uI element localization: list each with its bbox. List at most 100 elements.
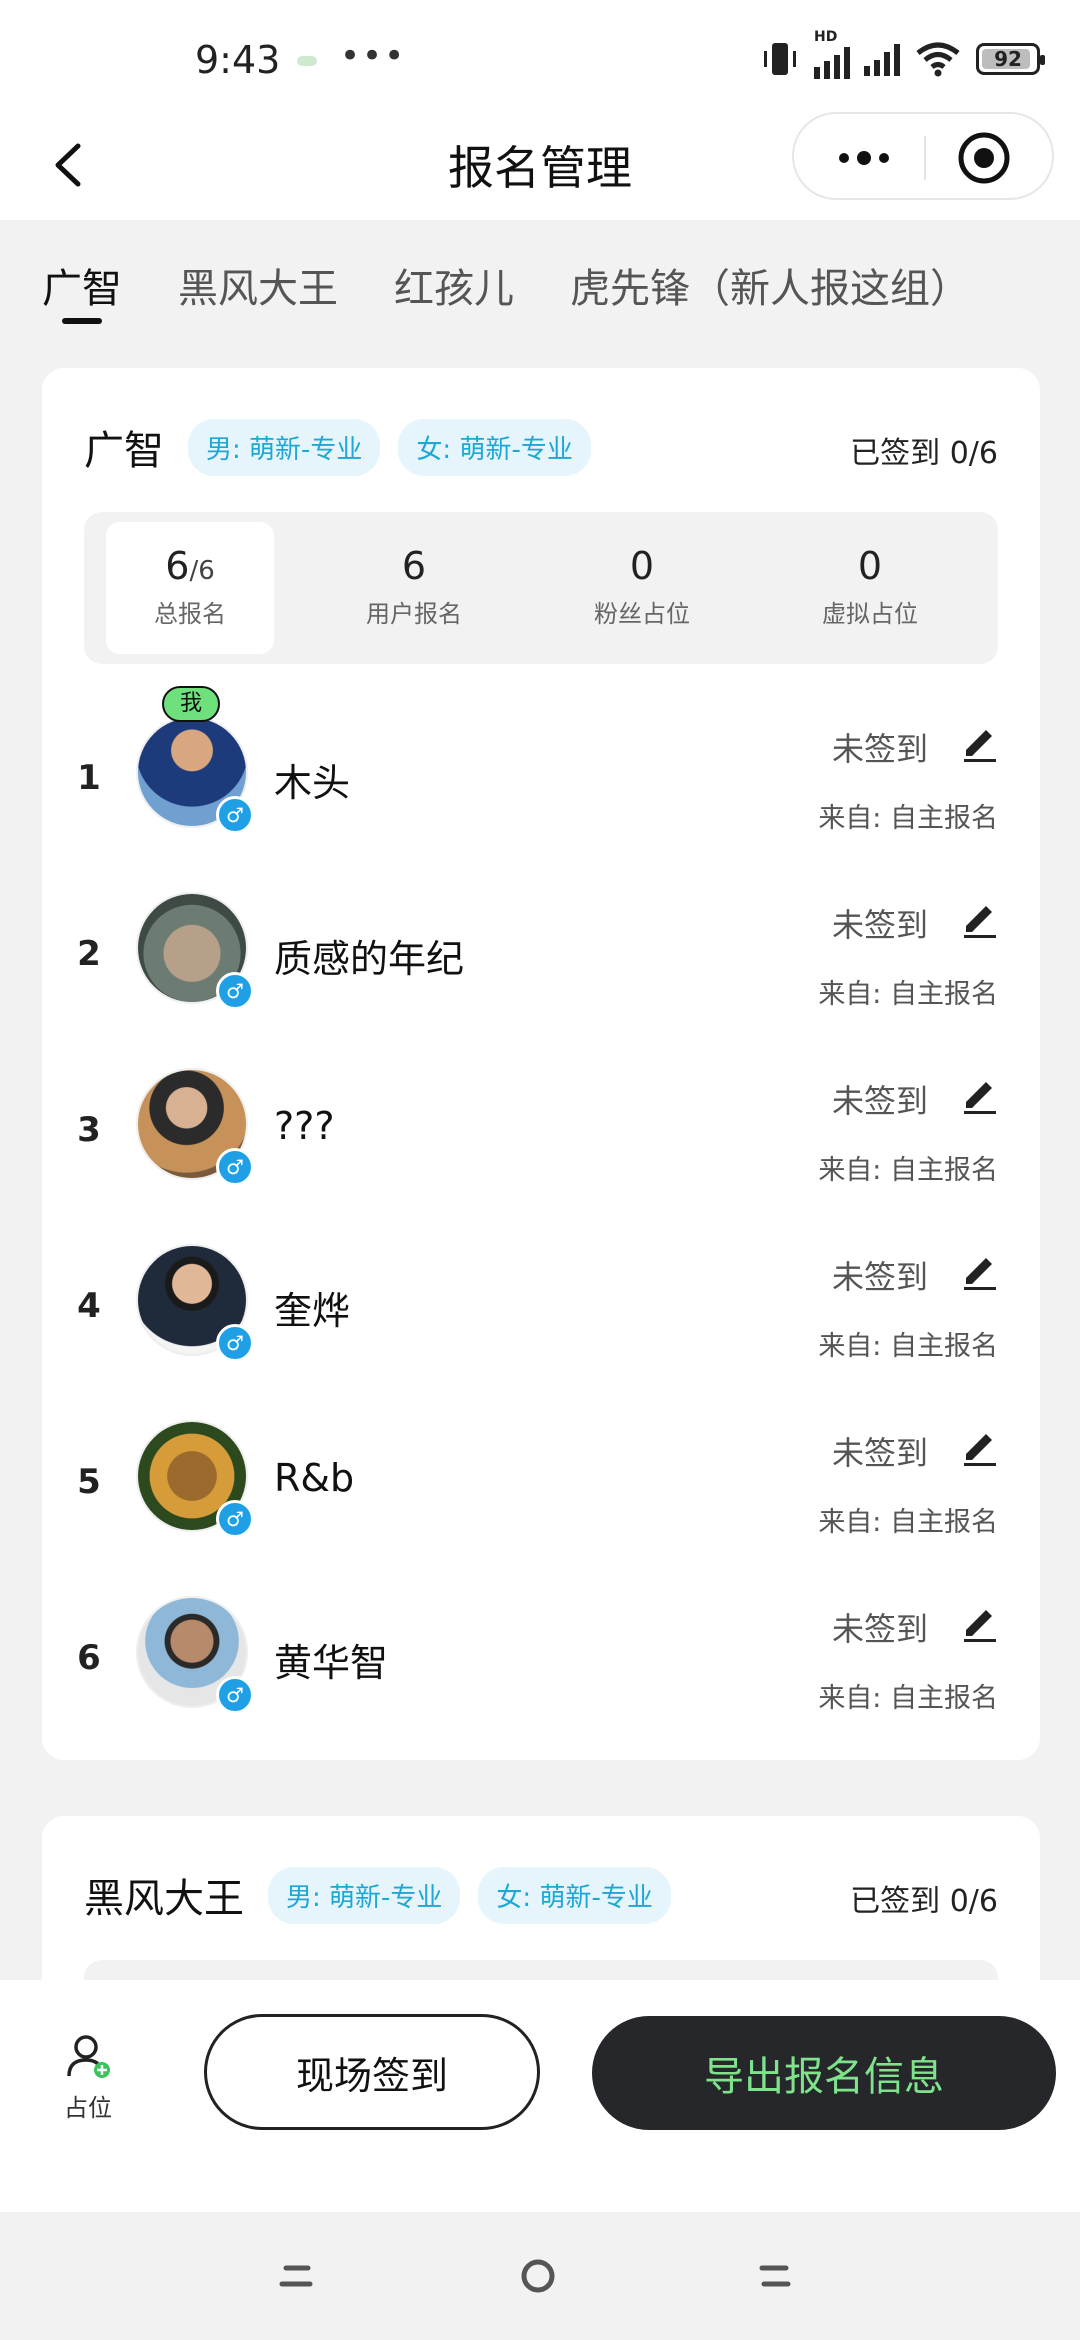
- tab-group-1[interactable]: 广智: [42, 256, 122, 336]
- bottom-action-bar: 占位 现场签到 导出报名信息: [0, 1980, 1080, 2212]
- status-icons: HD 92: [760, 29, 1045, 80]
- male-icon: ♂: [216, 1500, 254, 1538]
- male-icon: ♂: [216, 1148, 254, 1186]
- stat-total[interactable]: 6/6 总报名: [106, 522, 274, 654]
- member-source: 来自: 自主报名: [818, 1507, 998, 1538]
- group-name: 广智: [84, 428, 164, 474]
- member-name: 木头: [274, 761, 351, 805]
- group-tabs: 广智 黑风大王 红孩儿 虎先锋（新人报这组）: [42, 256, 970, 336]
- edit-icon[interactable]: [958, 1600, 1002, 1644]
- checkin-status: 未签到: [831, 906, 928, 944]
- tab-label: 黑风大王: [178, 266, 338, 312]
- signal-icon: [864, 42, 900, 76]
- male-icon: ♂: [216, 1324, 254, 1362]
- member-index: 1: [77, 758, 101, 798]
- tab-label: 红孩儿: [394, 266, 514, 312]
- signal-hd-icon: HD: [814, 29, 850, 79]
- member-source: 来自: 自主报名: [818, 1683, 998, 1714]
- member-name: 黄华智: [274, 1641, 389, 1685]
- edit-icon[interactable]: [958, 896, 1002, 940]
- checkin-status: 未签到: [831, 1082, 928, 1120]
- mini-program-capsule: [792, 112, 1054, 200]
- stat-virtual[interactable]: 0 虚拟占位: [786, 522, 954, 654]
- avatar[interactable]: ♂: [136, 892, 254, 1010]
- wifi-icon: [916, 42, 960, 77]
- tag-female: 女: 萌新-专业: [478, 1866, 671, 1924]
- member-source: 来自: 自主报名: [818, 1331, 998, 1362]
- tab-group-3[interactable]: 红孩儿: [394, 256, 514, 336]
- member-index: 6: [77, 1638, 101, 1678]
- signed-count: 已签到 0/6: [850, 1884, 998, 1919]
- more-icon[interactable]: [824, 126, 904, 190]
- checkin-status: 未签到: [831, 1610, 928, 1648]
- signed-count: 已签到 0/6: [850, 436, 998, 471]
- tag-male: 男: 萌新-专业: [188, 418, 381, 476]
- avatar[interactable]: 我 ♂: [136, 686, 254, 834]
- status-bar: 9:43 ••• HD 92: [0, 0, 1080, 110]
- tab-label: 虎先锋（新人报这组）: [570, 266, 970, 312]
- stat-fans[interactable]: 0 粉丝占位: [558, 522, 726, 654]
- member-row[interactable]: 6 ♂ 黄华智 未签到 来自: 自主报名: [42, 1582, 1040, 1758]
- member-name: 质感的年纪: [274, 937, 465, 981]
- member-index: 4: [77, 1286, 101, 1326]
- nav-bar: 报名管理: [0, 110, 1080, 220]
- status-time: 9:43: [195, 38, 281, 82]
- group-header: 黑风大王 男: 萌新-专业 女: 萌新-专业: [84, 1866, 671, 1924]
- tab-active-indicator: [62, 318, 102, 324]
- avatar[interactable]: ♂: [136, 1596, 254, 1714]
- hd-label: HD: [814, 29, 838, 45]
- member-row[interactable]: 3 ♂ ??? 未签到 来自: 自主报名: [42, 1054, 1040, 1230]
- edit-icon[interactable]: [958, 720, 1002, 764]
- member-source: 来自: 自主报名: [818, 1155, 998, 1186]
- tab-group-4[interactable]: 虎先锋（新人报这组）: [570, 256, 970, 336]
- home-nav-icon[interactable]: [516, 2254, 560, 2298]
- stat-user-label: 用户报名: [366, 600, 462, 628]
- stat-total-value: 6: [165, 544, 190, 588]
- back-nav-icon[interactable]: [752, 2254, 796, 2298]
- stat-user[interactable]: 6 用户报名: [330, 522, 498, 654]
- member-name: ???: [274, 1104, 335, 1148]
- onsite-checkin-button[interactable]: 现场签到: [204, 2014, 540, 2130]
- checkin-status: 未签到: [831, 730, 928, 768]
- member-index: 5: [77, 1462, 101, 1502]
- edit-icon[interactable]: [958, 1424, 1002, 1468]
- export-registration-button[interactable]: 导出报名信息: [592, 2016, 1056, 2130]
- male-icon: ♂: [216, 796, 254, 834]
- member-source: 来自: 自主报名: [818, 803, 998, 834]
- me-badge: 我: [162, 686, 220, 722]
- close-target-icon[interactable]: [954, 128, 1014, 188]
- tag-female: 女: 萌新-专业: [398, 418, 591, 476]
- member-row[interactable]: 5 ♂ R&b 未签到 来自: 自主报名: [42, 1406, 1040, 1582]
- checkin-status: 未签到: [831, 1434, 928, 1472]
- capsule-divider: [924, 136, 926, 180]
- stats-panel: 6/6 总报名 6 用户报名 0 粉丝占位 0 虚拟占位: [84, 512, 998, 664]
- tag-male: 男: 萌新-专业: [268, 1866, 461, 1924]
- avatar[interactable]: ♂: [136, 1068, 254, 1186]
- occupy-button[interactable]: 占位: [42, 2032, 134, 2123]
- tab-group-2[interactable]: 黑风大王: [178, 256, 338, 336]
- status-dots: •••: [340, 36, 407, 76]
- group-card: 广智 男: 萌新-专业 女: 萌新-专业 已签到 0/6 6/6 总报名 6 用…: [42, 368, 1040, 1760]
- member-name: R&b: [274, 1456, 355, 1500]
- avatar[interactable]: ♂: [136, 1420, 254, 1538]
- member-index: 2: [77, 934, 101, 974]
- stat-total-label: 总报名: [154, 600, 226, 628]
- stat-virtual-label: 虚拟占位: [822, 600, 918, 628]
- menu-nav-icon[interactable]: [276, 2254, 320, 2298]
- stat-fans-value: 0: [629, 544, 655, 588]
- member-row[interactable]: 1 我 ♂ 木头 未签到 来自: 自主报名: [42, 686, 1040, 878]
- group-name: 黑风大王: [84, 1876, 244, 1922]
- member-row[interactable]: 2 ♂ 质感的年纪 未签到 来自: 自主报名: [42, 878, 1040, 1054]
- member-row[interactable]: 4 ♂ 奎烨 未签到 来自: 自主报名: [42, 1230, 1040, 1406]
- stat-total-max: /6: [189, 556, 215, 586]
- system-nav-bar: [0, 2212, 1080, 2340]
- member-source: 来自: 自主报名: [818, 979, 998, 1010]
- edit-icon[interactable]: [958, 1072, 1002, 1116]
- member-index: 3: [77, 1110, 101, 1150]
- tab-label: 广智: [42, 266, 122, 312]
- avatar[interactable]: ♂: [136, 1244, 254, 1362]
- edit-icon[interactable]: [958, 1248, 1002, 1292]
- battery-level: 92: [994, 47, 1022, 71]
- stat-virtual-value: 0: [857, 544, 883, 588]
- checkin-status: 未签到: [831, 1258, 928, 1296]
